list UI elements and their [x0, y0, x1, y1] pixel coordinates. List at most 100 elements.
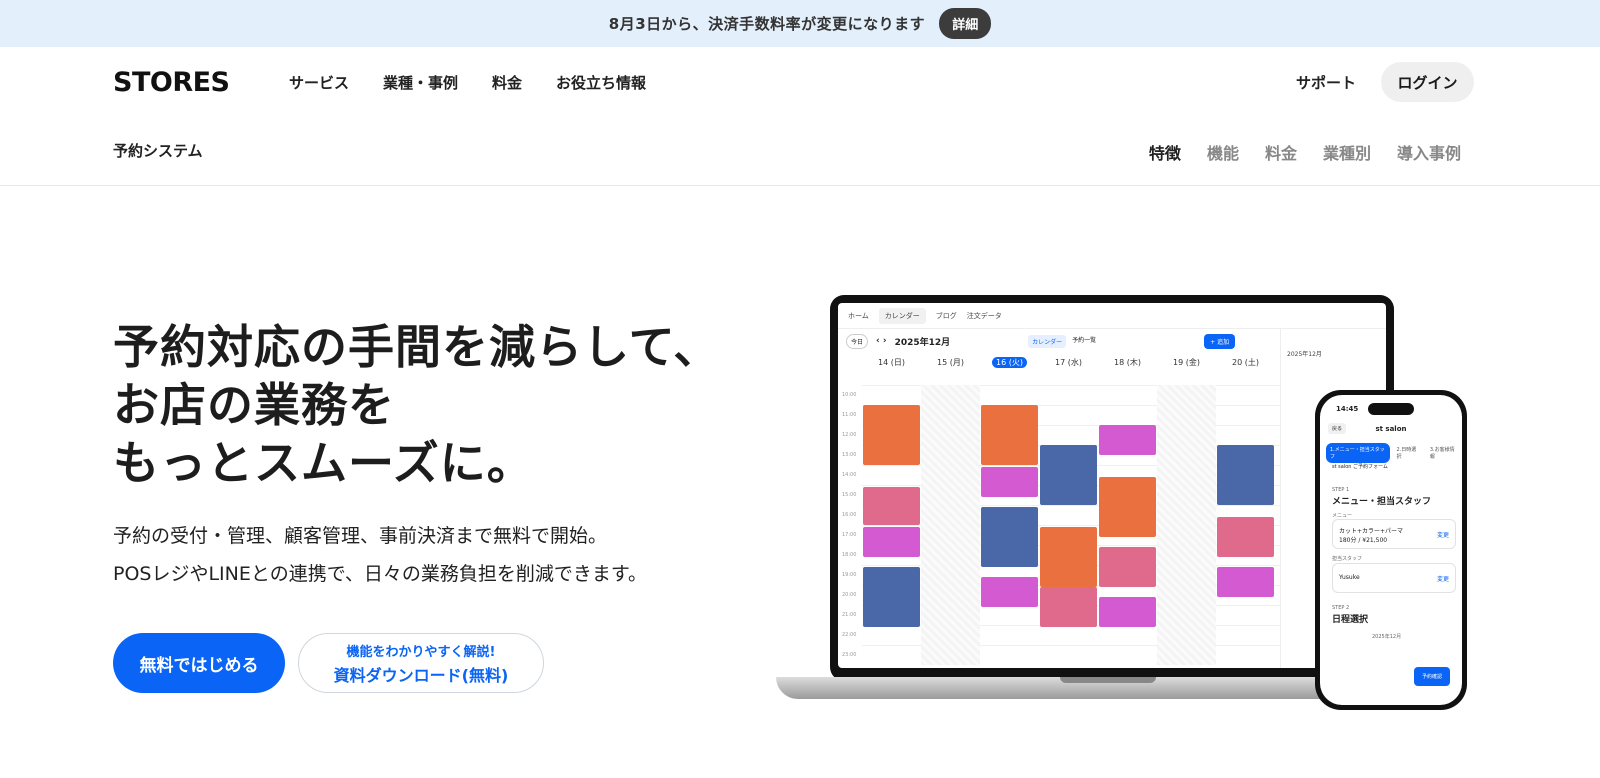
app-topbar: ホーム カレンダー ブログ 注文データ	[838, 303, 1386, 329]
app-calendar-grid	[862, 385, 1280, 665]
app-event	[1040, 587, 1097, 627]
phone-menu-item: カット+カラー+パーマ	[1339, 528, 1404, 535]
app-event	[1217, 567, 1274, 597]
app-day: 17 (水)	[1055, 357, 1082, 367]
app-tab-calendar: カレンダー	[878, 307, 926, 324]
app-time-column: 10:00 11:00 12:00 13:00 14:00 15:00 16:00 17:…	[842, 392, 857, 658]
app-event	[1217, 445, 1274, 505]
app-event	[1099, 425, 1156, 455]
start-free-button[interactable]: 無料ではじめる	[113, 633, 285, 693]
phone-title: st salon	[1375, 425, 1407, 433]
app-side-month: 2025年12月	[1287, 351, 1322, 358]
phone-menu-price: 180分 / ¥21,500	[1339, 537, 1388, 544]
app-event	[863, 405, 920, 465]
app-event	[981, 405, 1038, 465]
phone-step-tabs: 1.メニュー・担当スタッフ 2.日時選択 3.お客様情報	[1326, 443, 1462, 463]
app-today-button: 今日	[846, 333, 869, 349]
subnav-link-case-studies[interactable]: 導入事例	[1397, 140, 1461, 164]
app-day-today: 16 (火)	[980, 356, 1039, 368]
hero-title-line: お店の業務を	[113, 378, 395, 432]
subnav-link-pricing[interactable]: 料金	[1265, 140, 1297, 164]
phone-step1-title: メニュー・担当スタッフ	[1332, 497, 1432, 507]
app-add-button: + 追加	[1204, 333, 1236, 349]
app-tab-orders: 注文データ	[966, 311, 1002, 320]
announcement-detail-button[interactable]: 詳細	[939, 8, 992, 39]
app-event	[1040, 527, 1097, 587]
app-tab-blog: ブログ	[935, 311, 957, 320]
app-event	[981, 507, 1038, 567]
phone-tab: 2.日時選択	[1396, 447, 1417, 460]
app-view-tabs: カレンダー 予約一覧	[1028, 334, 1097, 348]
phone-confirm-button: 予約確認	[1414, 667, 1451, 686]
nav-links: サービス 業種・事例 料金 お役立ち情報	[289, 72, 646, 93]
subnav-title[interactable]: 予約システム	[113, 140, 203, 161]
phone-step2-label: STEP 2	[1332, 605, 1350, 611]
phone-menu-change: 変更	[1436, 532, 1449, 539]
main-nav: STORES サービス 業種・事例 料金 お役立ち情報 サポート ログイン	[0, 47, 1600, 117]
app-day: 14 (日)	[878, 357, 905, 367]
hero-desc-line: POSレジやLINEとの連携で、日々の業務負担を削減できます。	[113, 563, 648, 585]
download-docs-button[interactable]: 機能をわかりやすく解説! 資料ダウンロード(無料)	[298, 633, 544, 693]
login-button[interactable]: ログイン	[1381, 62, 1474, 102]
phone-mockup: 14:45 戻る st salon 1.メニュー・担当スタッフ 2.日時選択 3…	[1315, 390, 1467, 710]
download-docs-subtitle: 機能をわかりやすく解説!	[346, 644, 496, 660]
support-link[interactable]: サポート	[1296, 72, 1356, 93]
subnav-link-by-industry[interactable]: 業種別	[1323, 140, 1371, 164]
phone-step1-label: STEP 1	[1332, 487, 1350, 493]
subnav-links: 特徴 機能 料金 業種別 導入事例	[1149, 140, 1461, 164]
hero-title-line: もっとスムーズに。	[113, 436, 534, 490]
app-event	[1099, 477, 1156, 537]
announcement-bar: 8月3日から、決済手数料率が変更になります 詳細	[0, 0, 1600, 47]
sub-nav: 予約システム 特徴 機能 料金 業種別 導入事例	[0, 117, 1600, 186]
nav-link-services[interactable]: サービス	[289, 72, 349, 93]
phone-status-time: 14:45	[1336, 405, 1359, 413]
app-view-calendar: カレンダー	[1028, 334, 1067, 348]
app-event	[863, 487, 920, 525]
app-event	[981, 577, 1038, 607]
stores-logo[interactable]: STORES	[113, 67, 230, 98]
nav-link-resources[interactable]: お役立ち情報	[556, 72, 646, 93]
phone-month: 2025年12月	[1372, 634, 1402, 640]
app-day: 19 (金)	[1173, 357, 1200, 367]
hero-title-line: 予約対応の手間を減らして、	[113, 320, 721, 374]
subnav-link-features[interactable]: 特徴	[1149, 140, 1181, 164]
app-event	[1099, 597, 1156, 627]
app-day: 20 (土)	[1232, 357, 1259, 367]
phone-menu-label: メニュー	[1332, 513, 1353, 519]
phone-shop-name: st salon ご予約フォーム	[1332, 464, 1388, 470]
phone-dynamic-island	[1368, 403, 1414, 415]
app-event	[863, 567, 920, 627]
hero-desc-line: 予約の受付・管理、顧客管理、事前決済まで無料で開始。	[113, 525, 608, 547]
app-closed-day	[1157, 385, 1216, 665]
nav-link-pricing[interactable]: 料金	[492, 72, 522, 93]
phone-staff-name: Yusuke	[1339, 574, 1360, 581]
phone-menu-card: カット+カラー+パーマ 180分 / ¥21,500 変更	[1332, 519, 1456, 549]
app-tab-home: ホーム	[848, 311, 869, 320]
phone-tab: 1.メニュー・担当スタッフ	[1326, 443, 1391, 463]
app-day: 15 (月)	[937, 357, 964, 367]
subnav-link-functions[interactable]: 機能	[1207, 140, 1239, 164]
app-event	[981, 467, 1038, 497]
phone-staff-card: Yusuke 変更	[1332, 563, 1456, 593]
app-event	[1040, 445, 1097, 505]
app-closed-day	[921, 385, 980, 665]
download-docs-label: 資料ダウンロード(無料)	[333, 665, 509, 685]
hero-title: 予約対応の手間を減らして、 お店の業務を もっとスムーズに。	[113, 318, 720, 492]
app-view-list: 予約一覧	[1072, 336, 1097, 344]
app-event	[863, 527, 920, 557]
phone-staff-change: 変更	[1436, 576, 1449, 583]
phone-tab: 3.お客様情報	[1429, 447, 1455, 460]
laptop-notch	[1060, 677, 1156, 683]
app-day: 18 (木)	[1114, 357, 1141, 367]
app-month-label: 2025年12月	[894, 337, 951, 348]
nav-link-industries[interactable]: 業種・事例	[383, 72, 458, 93]
laptop-screen: ホーム カレンダー ブログ 注文データ 今日 ‹ › 2025年12月 カレンダ…	[838, 303, 1386, 668]
phone-screen: 14:45 戻る st salon 1.メニュー・担当スタッフ 2.日時選択 3…	[1320, 395, 1462, 705]
hero-description: 予約の受付・管理、顧客管理、事前決済まで無料で開始。 POSレジやLINEとの連…	[113, 517, 647, 593]
app-event	[1217, 517, 1274, 557]
announcement-text: 8月3日から、決済手数料率が変更になります	[608, 15, 926, 33]
phone-step2-title: 日程選択	[1332, 615, 1369, 625]
app-event	[1099, 547, 1156, 587]
phone-staff-label: 担当スタッフ	[1332, 556, 1363, 562]
app-prev-next-icon: ‹ ›	[876, 336, 887, 346]
